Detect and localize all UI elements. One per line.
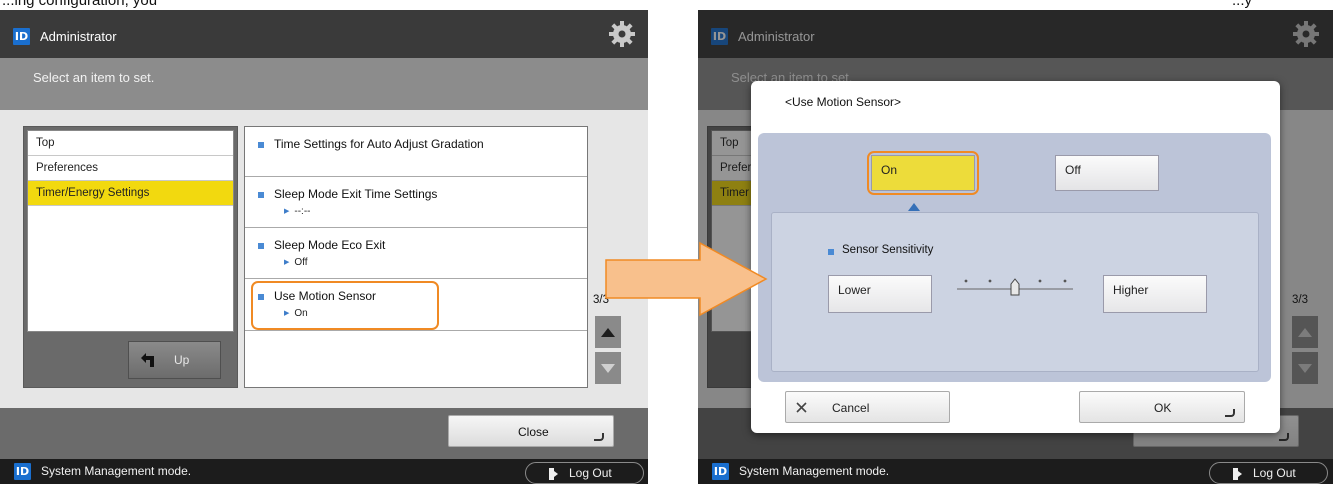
id-logo: ID [712,463,729,480]
lower-button-label: Lower [838,283,871,297]
instruction-bar: Select an item to set. [0,58,648,110]
up-arrow-icon [141,353,154,367]
setting-title: Sleep Mode Exit Time Settings [274,187,438,201]
close-icon [796,402,807,413]
list-item[interactable]: Sleep Mode Eco Exit Off [245,228,587,279]
dialog-title: <Use Motion Sensor> [785,95,902,109]
off-button-label: Off [1065,163,1081,177]
settings-screen-before: ID Administrator Select an item to set. … [0,10,648,484]
status-text: System Management mode. [41,464,192,478]
log-out-button[interactable]: Log Out [1209,462,1328,484]
setting-title: Sleep Mode Eco Exit [274,238,386,252]
option-panel: On Off Sensor Sensitivity Lower Higher [758,133,1271,382]
slider-tick [1038,279,1042,283]
use-motion-sensor-dialog: <Use Motion Sensor> On Off Sensor Sensit… [751,81,1280,433]
header-bar: ID Administrator [0,10,648,58]
status-bar: ID System Management mode. Log Out [698,459,1333,484]
tree-item-top[interactable]: Top [28,131,233,156]
list-item[interactable]: Sleep Mode Exit Time Settings --:-- [245,177,587,228]
id-logo: ID [14,463,31,480]
setting-title: Time Settings for Auto Adjust Gradation [274,137,484,151]
close-button[interactable]: Close [448,415,614,447]
ok-button-label: OK [1154,401,1172,415]
id-logo: ID [13,28,30,45]
close-button-label: Close [518,425,549,439]
footer-area: Close [0,408,648,459]
settings-list: Time Settings for Auto Adjust Gradation … [244,126,588,388]
triangle-down-icon [601,364,615,373]
bullet-icon [258,243,264,249]
slider-handle[interactable] [1010,278,1020,296]
lower-button[interactable]: Lower [828,275,932,313]
ok-button[interactable]: OK [1079,391,1245,423]
status-text: System Management mode. [739,464,890,478]
setting-value: --:-- [284,206,310,217]
instruction-text: Select an item to set. [33,70,155,85]
caption-left: ...ing configuration, you [2,0,158,9]
tree-panel: Top Preferences Timer/Energy Settings Up [23,126,238,388]
highlight-outline [867,151,979,195]
log-out-button[interactable]: Log Out [525,462,644,484]
settings-screen-after: ID Administrator Select an item to set. … [698,10,1333,484]
cancel-button[interactable]: Cancel [785,391,950,423]
sensitivity-panel: Sensor Sensitivity Lower Higher [771,212,1259,372]
cancel-button-label: Cancel [832,401,870,415]
tree-item-timer-energy-settings[interactable]: Timer/Energy Settings [28,181,233,206]
enter-icon [594,433,604,441]
highlight-outline [251,281,439,330]
higher-button-label: Higher [1113,283,1149,297]
scroll-up-button[interactable] [595,316,621,348]
user-name: Administrator [40,29,117,44]
bullet-icon [258,142,264,148]
content-area: Top Preferences Timer/Energy Settings Up… [0,110,648,408]
higher-button[interactable]: Higher [1103,275,1207,313]
up-button[interactable]: Up [128,341,221,379]
tree-list: Top Preferences Timer/Energy Settings [27,130,234,332]
enter-icon [1225,409,1235,417]
triangle-up-icon [601,328,615,337]
sensitivity-slider[interactable] [957,276,1073,296]
list-item[interactable]: Time Settings for Auto Adjust Gradation [245,127,587,177]
sensor-sensitivity-label: Sensor Sensitivity [842,244,934,256]
log-out-icon [549,468,558,480]
gear-icon[interactable] [608,20,636,48]
log-out-label: Log Out [569,466,612,480]
slider-tick [964,279,968,283]
log-out-icon [1233,468,1242,480]
off-button[interactable]: Off [1055,155,1159,191]
slider-tick [1063,279,1067,283]
up-button-label: Up [174,353,190,367]
caption-right: ...y [1232,0,1253,9]
transition-arrow-icon [605,241,768,317]
selection-pointer-icon [908,203,920,211]
caption-strip: ...ing configuration, you ...y [0,0,1333,10]
bullet-icon [258,192,264,198]
scroll-down-button[interactable] [595,352,621,384]
slider-tick [988,279,992,283]
bullet-icon [828,249,834,255]
status-bar: ID System Management mode. Log Out [0,459,648,484]
tree-item-preferences[interactable]: Preferences [28,156,233,181]
setting-value: Off [284,257,307,268]
log-out-label: Log Out [1253,466,1296,480]
